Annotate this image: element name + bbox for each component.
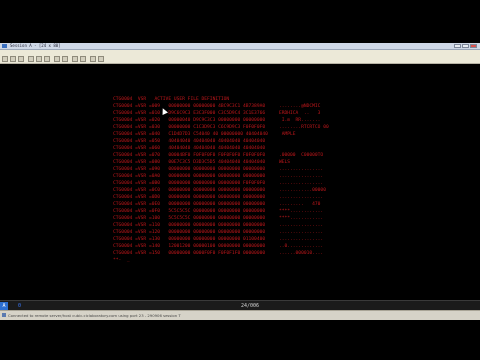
- terminal-line: CTG0004 =VSR =0B0 00000000 00000000 0000…: [113, 181, 324, 186]
- title-bar: Session A - [24 x 80]: [0, 43, 480, 50]
- terminal-line: CTG0004 =VSR =0A0 00000000 00000000 0000…: [113, 174, 324, 179]
- window-title: Session A - [24 x 80]: [10, 43, 61, 48]
- terminal-line: CTG0004 =VSR =009 00000000 00000000 4BC9…: [113, 104, 321, 109]
- terminal-line: **- _: [113, 258, 130, 263]
- terminal-line: CTG0004 VSR ACTIVE USER FILE DEFINITION: [113, 97, 230, 102]
- terminal-line: CTG0004 =VSR =040 C1D4D7D3 C54040 40 000…: [113, 132, 296, 137]
- new-session-icon[interactable]: [2, 56, 8, 62]
- terminal-line: CTG0004 =VSR =140 12001200 00000100 0000…: [113, 244, 324, 249]
- minimize-button[interactable]: [454, 44, 461, 48]
- terminal-line: CTG0004 =VSR =120 00000000 00000000 0000…: [113, 230, 324, 235]
- connect-icon[interactable]: [72, 56, 78, 62]
- print-icon[interactable]: [28, 56, 34, 62]
- terminal-line: CTG0004 =VSR =060 40404040 40404040 4040…: [113, 146, 266, 151]
- open-icon[interactable]: [10, 56, 16, 62]
- terminal-line: CTG0004 =VSR =050 40404040 40404040 4040…: [113, 139, 266, 144]
- send-icon[interactable]: [54, 56, 60, 62]
- terminal-line: CTG0004 =VSR =100 5C5C5C5C 00000000 0000…: [113, 216, 324, 221]
- receive-icon[interactable]: [62, 56, 68, 62]
- terminal-line: CTG0004 =VSR =0F0 5C5C5C5C 00000000 0000…: [113, 209, 324, 214]
- terminal-line: CTG0004 =VSR =030 00000000 C1C3D9C3 C6C9…: [113, 125, 329, 130]
- terminal-line: CTG0004 =VSR =010 D9C6C9C3 E3C3F000 C3C5…: [113, 111, 321, 116]
- terminal-line: CTG0004 =VSR =110 00000000 00000000 0000…: [113, 223, 324, 228]
- app-icon: [2, 44, 7, 48]
- status-bar: Connected to remote server/host cubic.ci…: [0, 310, 480, 320]
- terminal-line: CTG0004 =VSR =0E0 00000000 00000000 0000…: [113, 202, 321, 207]
- disconnect-icon[interactable]: [80, 56, 86, 62]
- terminal-line: CTG0004 =VSR =0D0 00000000 00000000 0000…: [113, 195, 324, 200]
- terminal-line: CTG0004 =VSR =090 00000000 00000000 0000…: [113, 167, 324, 172]
- terminal-line: CTG0004 =VSR =070 00004BF0 F0F0F0F0 F0F0…: [113, 153, 324, 158]
- copy-icon[interactable]: [36, 56, 42, 62]
- toolbar: [0, 55, 480, 64]
- help-icon[interactable]: [98, 56, 104, 62]
- terminal-line: CTG0004 =VSR =080 00E7C3C5 D3D3C5D5 4040…: [113, 160, 291, 165]
- terminal-line: CTG0004 =VSR =0C0 00000000 00000000 0000…: [113, 188, 326, 193]
- save-icon[interactable]: [18, 56, 24, 62]
- terminal-line: CTG0004 =VSR =020 00000040 D9C9C3C3 0000…: [113, 118, 321, 123]
- maximize-button[interactable]: [462, 44, 469, 48]
- terminal-line: CTG0004 =VSR =150 00000000 0000F0F0 F0F0…: [113, 251, 324, 256]
- connection-icon: [2, 313, 6, 317]
- paste-icon[interactable]: [44, 56, 50, 62]
- terminal-line: CTG0004 =VSR =130 00000000 00000000 0000…: [113, 237, 324, 242]
- settings-icon[interactable]: [90, 56, 96, 62]
- session-badge: A: [0, 302, 8, 310]
- close-button[interactable]: [470, 44, 477, 48]
- status-message: Connected to remote server/host cubic.ci…: [8, 313, 181, 318]
